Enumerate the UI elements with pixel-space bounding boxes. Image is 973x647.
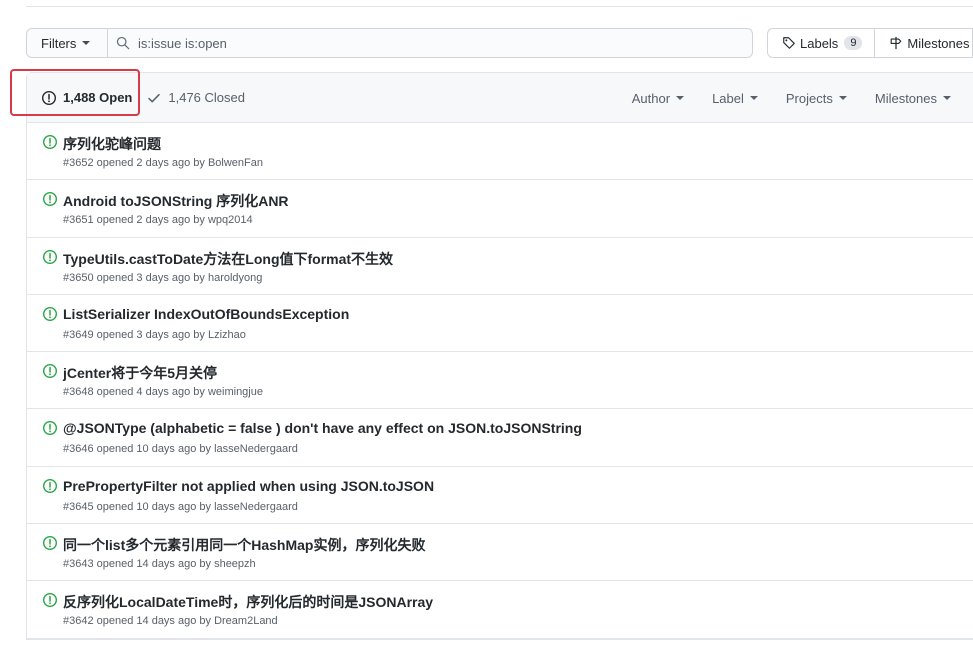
issue-open-icon xyxy=(42,593,58,608)
issue-meta: #3651 opened 2 days ago by wpq2014 xyxy=(63,214,253,227)
issues-list-box: 1,488 Open 1,476 Closed Author Label Pro… xyxy=(26,72,973,640)
author-filter[interactable]: Author xyxy=(631,90,685,106)
closed-count-label: 1,476 Closed xyxy=(168,90,245,105)
issue-open-icon xyxy=(42,536,58,551)
issues-list: 序列化驼峰问题 #3652 opened 2 days ago by Bolwen… xyxy=(27,123,973,639)
issue-row[interactable]: ListSerializer IndexOutOfBoundsException… xyxy=(27,295,973,353)
issue-title-link[interactable]: 同一个list多个元素引用同一个HashMap实例，序列化失败 xyxy=(63,535,425,555)
issue-open-icon xyxy=(42,364,58,379)
issue-title-link[interactable]: 序列化驼峰问题 xyxy=(63,134,161,154)
issue-meta: #3649 opened 3 days ago by Lzizhao xyxy=(63,328,246,341)
issue-row[interactable]: 反序列化LocalDateTime时，序列化后的时间是JSONArray #364… xyxy=(27,581,973,639)
search-box[interactable] xyxy=(107,28,753,58)
issue-row[interactable]: PrePropertyFilter not applied when using… xyxy=(27,467,973,525)
issue-meta: #3652 opened 2 days ago by BolwenFan xyxy=(63,157,263,169)
issue-meta: #3643 opened 14 days ago by sheepzh xyxy=(63,558,256,571)
search-input[interactable] xyxy=(138,35,698,51)
filters-dropdown-button[interactable]: Filters xyxy=(26,28,107,58)
issue-meta: #3646 opened 10 days ago by lasseNederga… xyxy=(63,443,298,456)
issue-row[interactable]: TypeUtils.castToDate方法在Long值下format不生效 #3… xyxy=(27,238,973,295)
caret-down-icon xyxy=(82,41,91,45)
issue-meta: #3648 opened 4 days ago by weimingjue xyxy=(63,386,263,399)
open-issues-tab[interactable]: 1,488 Open xyxy=(41,90,132,106)
caret-down-icon xyxy=(943,96,951,100)
issue-meta: #3645 opened 10 days ago by lasseNederga… xyxy=(63,500,298,513)
header-filter-dropdowns: Author Label Projects Milestones xyxy=(632,73,973,123)
author-filter-label: Author xyxy=(631,90,671,106)
issue-row[interactable]: 同一个list多个元素引用同一个HashMap实例，序列化失败 #3643 ope… xyxy=(27,524,973,582)
milestones-label: Milestones xyxy=(907,35,970,51)
issue-open-icon xyxy=(42,478,58,493)
issue-meta: #3642 opened 14 days ago by Dream2Land xyxy=(63,615,278,628)
search-icon xyxy=(116,36,130,50)
issue-open-icon xyxy=(42,306,58,321)
projects-filter[interactable]: Projects xyxy=(786,91,847,106)
caret-down-icon xyxy=(838,96,847,100)
closed-issues-tab[interactable]: 1,476 Closed xyxy=(146,90,245,106)
issue-title-link[interactable]: 反序列化LocalDateTime时，序列化后的时间是JSONArray xyxy=(63,592,433,612)
milestones-button[interactable]: Milestones xyxy=(875,28,973,58)
label-filter[interactable]: Label xyxy=(712,91,758,106)
issue-meta: #3650 opened 3 days ago by haroldyong xyxy=(63,271,263,284)
issue-title-link[interactable]: ListSerializer IndexOutOfBoundsException xyxy=(63,306,349,322)
filters-label: Filters xyxy=(41,35,77,51)
labels-milestones-group: Labels 9 Milestones xyxy=(767,28,973,58)
top-divider xyxy=(26,6,973,7)
issue-row[interactable]: @JSONType (alphabetic = false ) don't ha… xyxy=(27,409,973,467)
milestone-icon xyxy=(890,36,902,50)
issue-title-link[interactable]: TypeUtils.castToDate方法在Long值下format不生效 xyxy=(63,249,393,269)
issue-open-icon xyxy=(42,134,58,150)
issues-list-header: 1,488 Open 1,476 Closed Author Label Pro… xyxy=(27,73,973,123)
labels-label: Labels xyxy=(800,35,839,51)
issue-row[interactable]: jCenter将于今年5月关停 #3648 opened 4 days ago b… xyxy=(27,352,973,410)
milestones-filter[interactable]: Milestones xyxy=(875,91,951,106)
caret-down-icon xyxy=(749,96,758,100)
issue-title-link[interactable]: PrePropertyFilter not applied when using… xyxy=(63,478,434,494)
filter-bar: Filters xyxy=(26,28,753,58)
issue-open-icon xyxy=(42,421,58,436)
tag-icon xyxy=(783,37,795,49)
labels-count-badge: 9 xyxy=(844,36,863,50)
issue-open-icon xyxy=(42,249,58,264)
projects-filter-label: Projects xyxy=(785,90,833,106)
milestones-filter-label: Milestones xyxy=(874,90,937,106)
issue-row[interactable]: Android toJSONString 序列化ANR #3651 opened … xyxy=(27,180,973,238)
label-filter-label: Label xyxy=(712,90,744,106)
issue-open-icon xyxy=(41,90,57,105)
check-icon xyxy=(148,93,161,102)
issue-title-link[interactable]: jCenter将于今年5月关停 xyxy=(63,363,217,383)
issue-title-link[interactable]: Android toJSONString 序列化ANR xyxy=(63,191,289,211)
issue-title-link[interactable]: @JSONType (alphabetic = false ) don't ha… xyxy=(63,420,582,436)
open-count-label: 1,488 Open xyxy=(63,90,133,105)
issue-open-icon xyxy=(42,192,58,207)
issue-row[interactable]: 序列化驼峰问题 #3652 opened 2 days ago by Bolwen… xyxy=(27,123,973,181)
caret-down-icon xyxy=(676,96,685,100)
labels-button[interactable]: Labels 9 xyxy=(767,28,876,58)
